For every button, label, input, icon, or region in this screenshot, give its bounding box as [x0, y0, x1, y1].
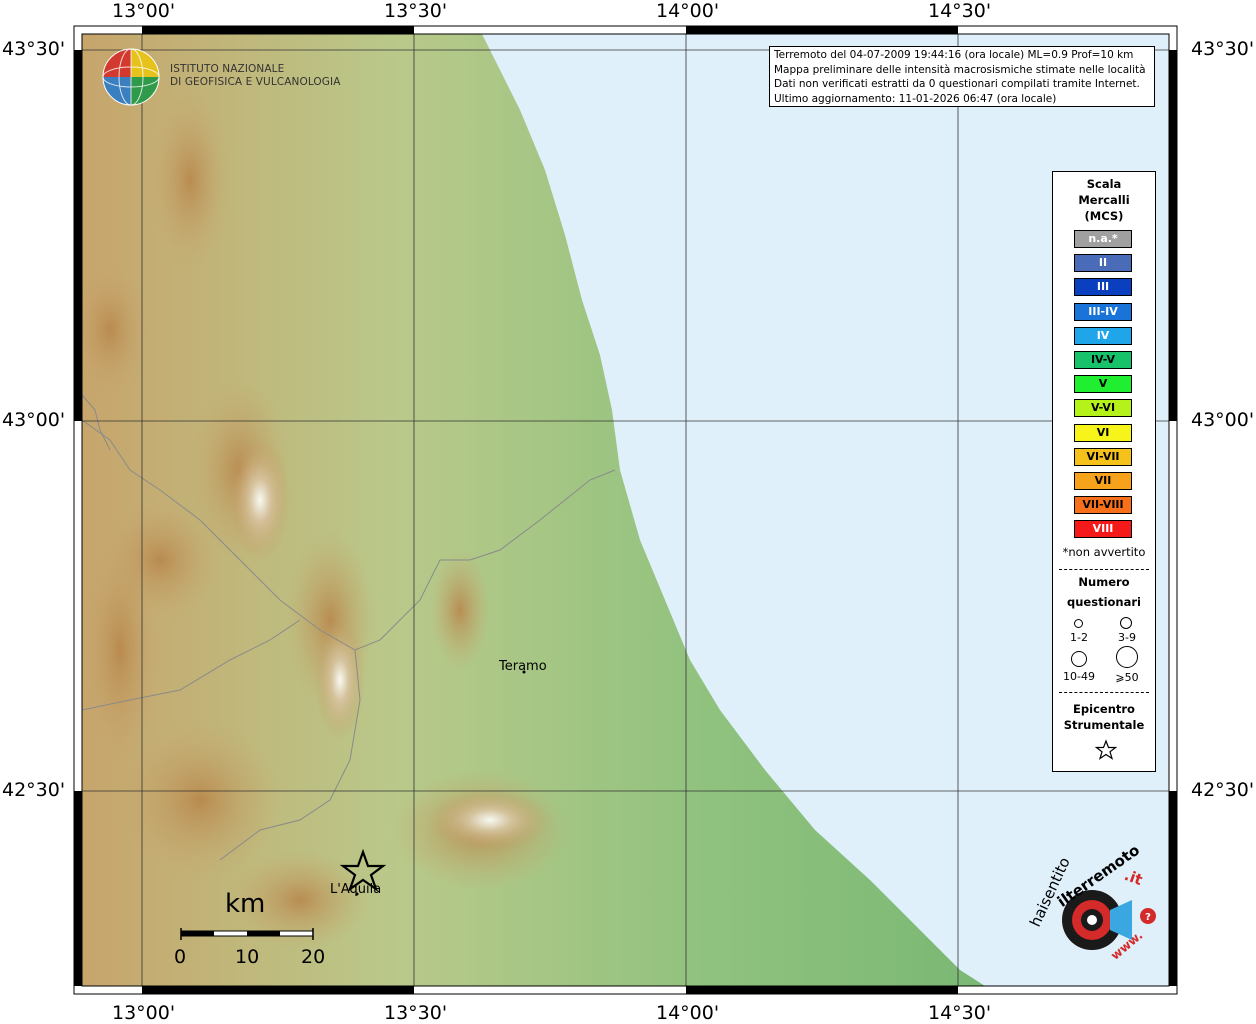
legend-separator	[1059, 692, 1149, 693]
intensity-swatch: n.a.*	[1074, 230, 1132, 248]
legend-separator	[1059, 569, 1149, 570]
lon-label-bottom: 13°00'	[112, 1002, 176, 1024]
scale-tick-label: 20	[301, 946, 326, 968]
intensity-swatch: IV-V	[1074, 351, 1132, 369]
size-circle-xlarge	[1116, 646, 1138, 668]
institute-name-line2: DI GEOFISICA E VULCANOLOGIA	[170, 76, 341, 88]
legend-panel: Scala Mercalli (MCS) n.a.* II III III-IV IV I…	[1052, 171, 1156, 772]
intensity-swatch: VII	[1074, 472, 1132, 490]
event-info-line2: Mappa preliminare delle intensità macros…	[774, 63, 1146, 76]
city-label-teramo: Teramo	[499, 659, 547, 674]
intensity-swatch: II	[1074, 254, 1132, 273]
lat-label-right: 42°30'	[1191, 779, 1255, 801]
lon-label-bottom: 14°00'	[656, 1002, 720, 1024]
lon-label-bottom: 14°30'	[928, 1002, 992, 1024]
lon-label-top: 14°00'	[656, 0, 720, 22]
intensity-swatch: VIII	[1074, 520, 1132, 539]
epicenter-title-2: Strumentale	[1063, 718, 1145, 732]
size-label: 3-9	[1118, 631, 1136, 644]
lon-label-top: 13°00'	[112, 0, 176, 22]
lon-label-top: 14°30'	[928, 0, 992, 22]
size-circle-large	[1071, 651, 1087, 667]
lon-label-bottom: 13°30'	[384, 1002, 448, 1024]
intensity-swatch: VII-VIII	[1074, 496, 1132, 515]
svg-text:?: ?	[1145, 912, 1151, 923]
legend-title-3: (MCS)	[1084, 209, 1124, 223]
size-label: 1-2	[1070, 631, 1088, 644]
lat-label-left: 43°30'	[2, 38, 66, 60]
lat-label-left: 43°00'	[2, 409, 66, 431]
legend-title-2: Mercalli	[1078, 193, 1130, 207]
legend-title-1: Scala	[1086, 177, 1122, 191]
event-info-line3: Dati non verificati estratti da 0 questi…	[774, 78, 1140, 90]
lat-label-right: 43°00'	[1191, 409, 1255, 431]
intensity-swatch: VI	[1074, 423, 1132, 442]
lat-label-right: 43°30'	[1191, 38, 1255, 60]
count-title-1: Numero	[1078, 575, 1130, 589]
intensity-swatch: VI-VII	[1074, 447, 1132, 466]
scale-tick-label: 10	[235, 946, 260, 968]
size-circle-medium	[1120, 617, 1132, 629]
intensity-swatch: IV	[1074, 326, 1132, 345]
size-label: ⩾50	[1115, 671, 1139, 684]
count-title-2: questionari	[1067, 595, 1141, 609]
epicenter-title-1: Epicentro	[1073, 702, 1135, 716]
site-logo: ? haisentito ilterremoto .it www.	[1026, 841, 1168, 980]
intensity-swatch: III-IV	[1074, 302, 1132, 321]
lon-label-top: 13°30'	[384, 0, 448, 22]
scale-tick-label: 0	[174, 946, 187, 968]
globe-icon	[102, 48, 160, 106]
event-info-line1: Terremoto del 04-07-2009 19:44:16 (ora l…	[774, 49, 1134, 61]
event-info-box: Terremoto del 04-07-2009 19:44:16 (ora l…	[769, 46, 1155, 107]
institute-name: ISTITUTO NAZIONALE DI GEOFISICA E VULCAN…	[170, 63, 341, 89]
intensity-swatch: V-VI	[1074, 399, 1132, 418]
event-info-line4: Ultimo aggiornamento: 11-01-2026 06:47 (…	[774, 92, 1057, 105]
scale-unit-label: km	[225, 889, 266, 919]
lat-label-left: 42°30'	[2, 779, 66, 801]
intensity-swatch: V	[1074, 375, 1132, 394]
size-circle-small	[1074, 619, 1083, 628]
size-label: 10-49	[1063, 670, 1095, 683]
intensity-swatch: III	[1074, 278, 1132, 297]
city-label-laquila: L'Aquila	[330, 882, 382, 897]
legend-note: *non avvertito	[1062, 545, 1146, 559]
epicenter-star-icon	[1095, 739, 1117, 760]
institute-name-line1: ISTITUTO NAZIONALE	[170, 63, 285, 75]
